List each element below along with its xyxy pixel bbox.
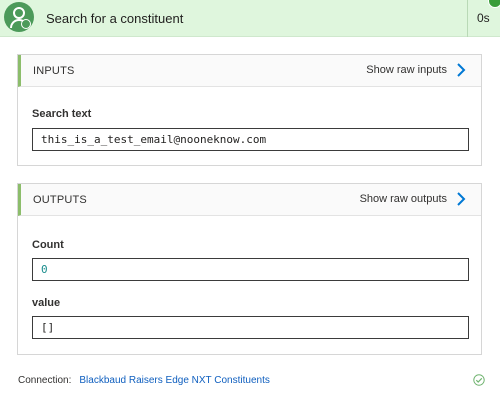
value-value[interactable]: [] (32, 316, 469, 339)
inputs-panel: INPUTS Show raw inputs Search text this_… (17, 54, 482, 166)
constituent-icon (4, 2, 34, 32)
success-check-icon (488, 0, 500, 8)
show-raw-inputs-label: Show raw inputs (366, 64, 447, 76)
connection-footer: Connection: Blackbaud Raisers Edge NXT Co… (18, 375, 270, 386)
count-value[interactable]: 0 (32, 258, 469, 281)
chevron-right-icon (457, 192, 466, 206)
chevron-right-icon (457, 63, 466, 77)
outputs-title: OUTPUTS (33, 194, 87, 206)
count-label: Count (32, 239, 64, 251)
show-raw-inputs-button[interactable]: Show raw inputs (366, 62, 467, 78)
connection-link[interactable]: Blackbaud Raisers Edge NXT Constituents (79, 375, 269, 386)
value-label: value (32, 297, 61, 309)
show-raw-outputs-button[interactable]: Show raw outputs (360, 191, 467, 207)
duration-label: 0s (477, 11, 490, 25)
show-raw-outputs-label: Show raw outputs (359, 193, 447, 205)
connection-ok-icon (473, 374, 485, 386)
action-header[interactable]: Search for a constituent 0s (0, 0, 500, 37)
connection-label: Connection: (18, 375, 72, 386)
search-text-label: Search text (32, 108, 92, 120)
outputs-panel: OUTPUTS Show raw outputs Count 0 value [… (17, 183, 482, 355)
outputs-panel-header: OUTPUTS Show raw outputs (18, 184, 481, 216)
inputs-panel-header: INPUTS Show raw inputs (18, 55, 481, 87)
header-divider (467, 0, 468, 37)
search-text-value[interactable]: this_is_a_test_email@nooneknow.com (32, 128, 469, 151)
action-title: Search for a constituent (46, 11, 184, 26)
inputs-title: INPUTS (33, 65, 75, 77)
